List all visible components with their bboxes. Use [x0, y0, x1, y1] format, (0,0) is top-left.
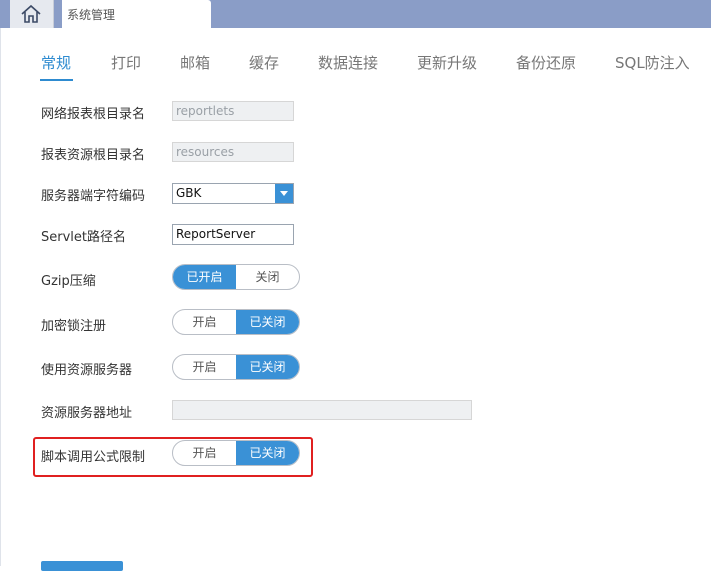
resource-root-field: resources — [172, 142, 294, 162]
home-icon — [21, 4, 41, 23]
resource-root-label: 报表资源根目录名 — [41, 148, 146, 163]
tab-print[interactable]: 打印 — [111, 52, 141, 73]
encoding-label: 服务器端字符编码 — [41, 189, 146, 204]
lock-off-option[interactable]: 已关闭 — [236, 310, 299, 334]
tab-update[interactable]: 更新升级 — [417, 52, 477, 73]
gzip-toggle[interactable]: 已开启 关闭 — [172, 264, 300, 290]
tab-data-connection[interactable]: 数据连接 — [318, 52, 378, 73]
script-formula-toggle[interactable]: 开启 已关闭 — [172, 440, 300, 466]
script-formula-on-option[interactable]: 开启 — [173, 441, 236, 465]
script-formula-label: 脚本调用公式限制 — [41, 450, 146, 465]
script-formula-off-option[interactable]: 已关闭 — [236, 441, 299, 465]
lock-label: 加密锁注册 — [41, 319, 107, 334]
encoding-value: GBK — [176, 186, 202, 200]
resource-server-address-field — [172, 400, 472, 420]
gzip-off-option[interactable]: 关闭 — [236, 265, 299, 289]
chevron-down-icon[interactable] — [275, 184, 293, 203]
lock-on-option[interactable]: 开启 — [173, 310, 236, 334]
resource-server-on-option[interactable]: 开启 — [173, 355, 236, 379]
active-tab-indicator — [40, 79, 73, 81]
lock-toggle[interactable]: 开启 已关闭 — [172, 309, 300, 335]
tab-backup-restore[interactable]: 备份还原 — [516, 52, 576, 73]
gzip-label: Gzip压缩 — [41, 274, 96, 289]
tab-cache[interactable]: 缓存 — [249, 52, 279, 73]
resource-server-address-label: 资源服务器地址 — [41, 406, 133, 421]
top-bar: 系统管理 — [0, 0, 711, 28]
report-root-field: reportlets — [172, 101, 294, 121]
tab-general[interactable]: 常规 — [41, 52, 71, 73]
encoding-select[interactable]: GBK — [172, 183, 294, 204]
tab-system-management[interactable]: 系统管理 — [62, 0, 211, 28]
tab-sql-injection[interactable]: SQL防注入 — [615, 52, 690, 73]
home-button[interactable] — [10, 0, 54, 28]
resource-server-toggle[interactable]: 开启 已关闭 — [172, 354, 300, 380]
gzip-on-option[interactable]: 已开启 — [173, 265, 236, 289]
save-button[interactable] — [41, 561, 123, 571]
resource-server-off-option[interactable]: 已关闭 — [236, 355, 299, 379]
resource-server-label: 使用资源服务器 — [41, 363, 133, 378]
tab-label: 系统管理 — [67, 8, 116, 22]
report-root-label: 网络报表根目录名 — [41, 107, 146, 122]
tab-email[interactable]: 邮箱 — [180, 52, 210, 73]
servlet-input[interactable]: ReportServer — [172, 224, 294, 245]
servlet-label: Servlet路径名 — [41, 230, 126, 245]
